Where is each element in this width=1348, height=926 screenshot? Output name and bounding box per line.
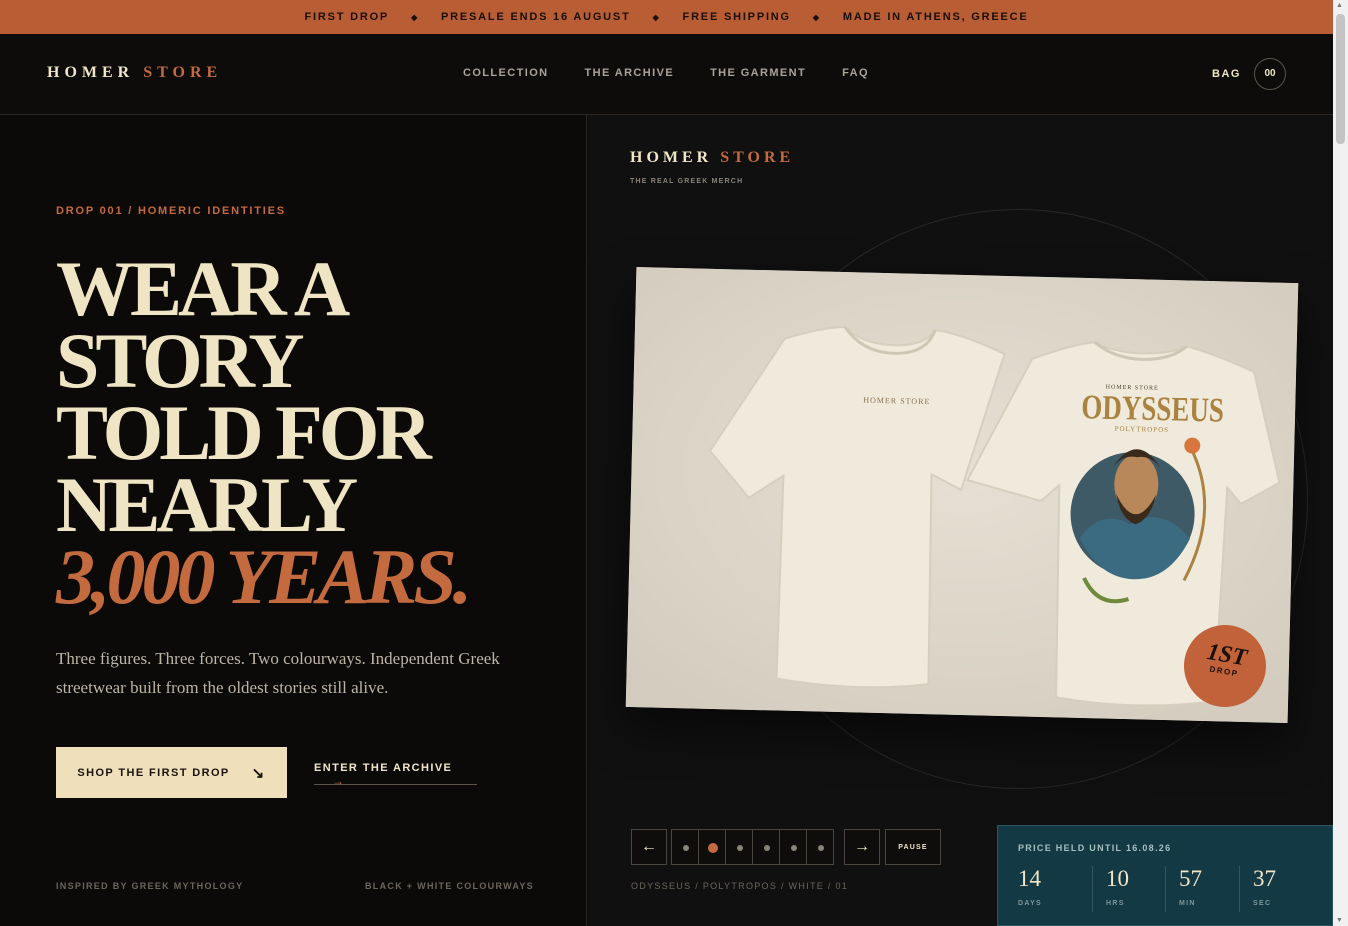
front-print: HOMER STORE [863, 396, 930, 407]
carousel-prev-button[interactable]: ← [631, 829, 667, 865]
footnote-colourways: BLACK + WHITE COLOURWAYS [365, 881, 534, 891]
headline-line: TOLD FOR [56, 389, 432, 476]
price-hold-label: PRICE HELD UNTIL 16.08.26 [1018, 843, 1172, 853]
dot-indicator [737, 845, 743, 851]
hero-lede: Three figures. Three forces. Two colourw… [56, 649, 500, 697]
scrollbar-thumb[interactable] [1336, 14, 1345, 144]
carousel-dot[interactable] [806, 829, 834, 865]
carousel-dots [671, 829, 834, 865]
countdown-hours: 10 HRS [1092, 866, 1129, 912]
archive-link-label: ENTER THE ARCHIVE [314, 762, 453, 774]
dot-indicator [708, 843, 718, 853]
headline-line: STORY [56, 317, 305, 404]
dot-indicator [818, 845, 824, 851]
countdown-unit: MIN [1179, 900, 1196, 907]
dot-indicator [683, 845, 689, 851]
nav-item-garment[interactable]: THE GARMENT [710, 67, 806, 79]
headline-line: NEARLY [56, 461, 358, 548]
carousel-dot[interactable] [698, 829, 726, 865]
countdown-value: 10 [1106, 866, 1129, 891]
page-scrollbar[interactable]: ▲ ▼ [1333, 0, 1348, 926]
footnote-inspired: INSPIRED BY GREEK MYTHOLOGY [56, 881, 244, 891]
enter-archive-link[interactable]: ENTER THE ARCHIVE → [314, 762, 477, 788]
nav-item-collection[interactable]: COLLECTION [463, 67, 549, 79]
diamond-icon: ◆ [411, 12, 420, 22]
announcement-item: MADE IN ATHENS, GREECE [842, 11, 1029, 23]
main-nav: COLLECTION THE ARCHIVE THE GARMENT FAQ [463, 67, 869, 79]
diamond-icon: ◆ [652, 12, 661, 22]
site-header: HOMER STORE COLLECTION THE ARCHIVE THE G… [0, 34, 1333, 115]
announcement-item: FREE SHIPPING [682, 11, 791, 23]
carousel-next-button[interactable]: → [844, 829, 880, 865]
carousel-pause-button[interactable]: PAUSE [885, 829, 941, 865]
hero-eyebrow: DROP 001 / HOMERIC IDENTITIES [56, 205, 286, 217]
logo-accent: STORE [143, 64, 223, 81]
countdown-value: 57 [1179, 866, 1202, 891]
countdown-unit: HRS [1106, 900, 1125, 907]
announcement-item: FIRST DROP [304, 11, 390, 23]
countdown-unit: DAYS [1018, 900, 1043, 907]
countdown-value: 37 [1253, 866, 1276, 891]
arrow-right-icon: → [332, 774, 346, 788]
announcement-bar: FIRST DROP ◆ PRESALE ENDS 16 AUGUST ◆ FR… [0, 0, 1333, 34]
countdown-value: 14 [1018, 866, 1041, 891]
nav-item-archive[interactable]: THE ARCHIVE [585, 67, 675, 79]
bag-count-badge[interactable]: 00 [1254, 58, 1286, 90]
carousel-dot[interactable] [671, 829, 699, 865]
cta-label: SHOP THE FIRST DROP [77, 766, 230, 779]
countdown-minutes: 57 MIN [1165, 866, 1202, 912]
slide-caption: ODYSSEUS / POLYTROPOS / WHITE / 01 [631, 881, 849, 891]
price-hold-panel: PRICE HELD UNTIL 16.08.26 14 DAYS 10 HRS… [997, 825, 1333, 926]
showcase-brand: HOMER STORE [630, 149, 794, 167]
hero-copy: DROP 001 / HOMERIC IDENTITIES WEAR A STO… [0, 115, 587, 926]
countdown-seconds: 37 SEC [1239, 866, 1276, 912]
showcase-tagline: THE REAL GREEK MERCH [630, 178, 744, 185]
shop-first-drop-button[interactable]: SHOP THE FIRST DROP ↘ [56, 747, 287, 798]
dot-indicator [791, 845, 797, 851]
back-print-title: ODYSSEUS [1081, 387, 1224, 429]
carousel-dot[interactable] [725, 829, 753, 865]
nav-item-faq[interactable]: FAQ [842, 67, 869, 79]
headline-line: WEAR A [56, 245, 350, 332]
logo-main: HOMER [47, 64, 135, 81]
diamond-icon: ◆ [812, 12, 821, 22]
arrow-left-icon: ← [641, 838, 657, 855]
bag-link[interactable]: BAG [1212, 68, 1241, 80]
scroll-down-icon[interactable]: ▼ [1336, 917, 1343, 924]
headline-emphasis: 3,000 YEARS. [56, 533, 472, 620]
countdown-unit: SEC [1253, 900, 1272, 907]
showcase-brand-accent: STORE [720, 149, 795, 166]
back-print-subtitle: POLYTROPOS [1115, 425, 1170, 434]
arrow-down-right-icon: ↘ [251, 764, 266, 782]
scroll-up-icon[interactable]: ▲ [1336, 2, 1343, 9]
arrow-right-icon: → [854, 838, 870, 855]
countdown-days: 14 DAYS [1018, 866, 1042, 912]
dot-indicator [764, 845, 770, 851]
announcement-item: PRESALE ENDS 16 AUGUST [441, 11, 631, 23]
carousel-dot[interactable] [752, 829, 780, 865]
hero-headline: WEAR A STORY TOLD FOR NEARLY 3,000 YEARS… [56, 245, 472, 620]
product-showcase: HOMER STORE THE REAL GREEK MERCH HOMER S… [588, 115, 1333, 926]
showcase-brand-main: HOMER [630, 149, 713, 166]
site-logo[interactable]: HOMER STORE [47, 64, 222, 82]
carousel-dot[interactable] [779, 829, 807, 865]
